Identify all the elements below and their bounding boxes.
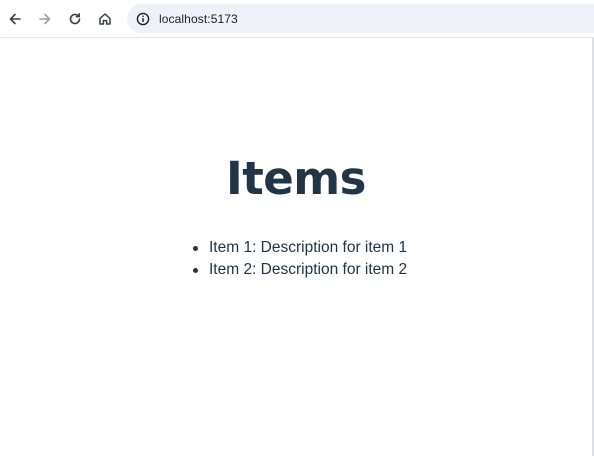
list-item-text: Item 2: Description for item 2 [209, 261, 408, 278]
list-item-text: Item 1: Description for item 1 [209, 239, 408, 256]
item-list: Item 1: Description for item 1 Item 2: D… [192, 237, 407, 281]
bullet-icon [193, 268, 198, 273]
url-text[interactable]: localhost:5173 [159, 12, 238, 26]
forward-arrow-icon[interactable] [33, 7, 57, 31]
home-icon[interactable] [93, 7, 117, 31]
address-bar[interactable]: localhost:5173 [127, 4, 594, 33]
browser-toolbar: localhost:5173 [0, 0, 594, 37]
info-icon[interactable] [135, 11, 151, 27]
reload-icon[interactable] [63, 7, 87, 31]
list-item: Item 2: Description for item 2 [192, 259, 407, 281]
bullet-icon [193, 246, 198, 251]
page-title: Items [226, 152, 366, 205]
list-item: Item 1: Description for item 1 [192, 237, 407, 259]
back-arrow-icon[interactable] [3, 7, 27, 31]
